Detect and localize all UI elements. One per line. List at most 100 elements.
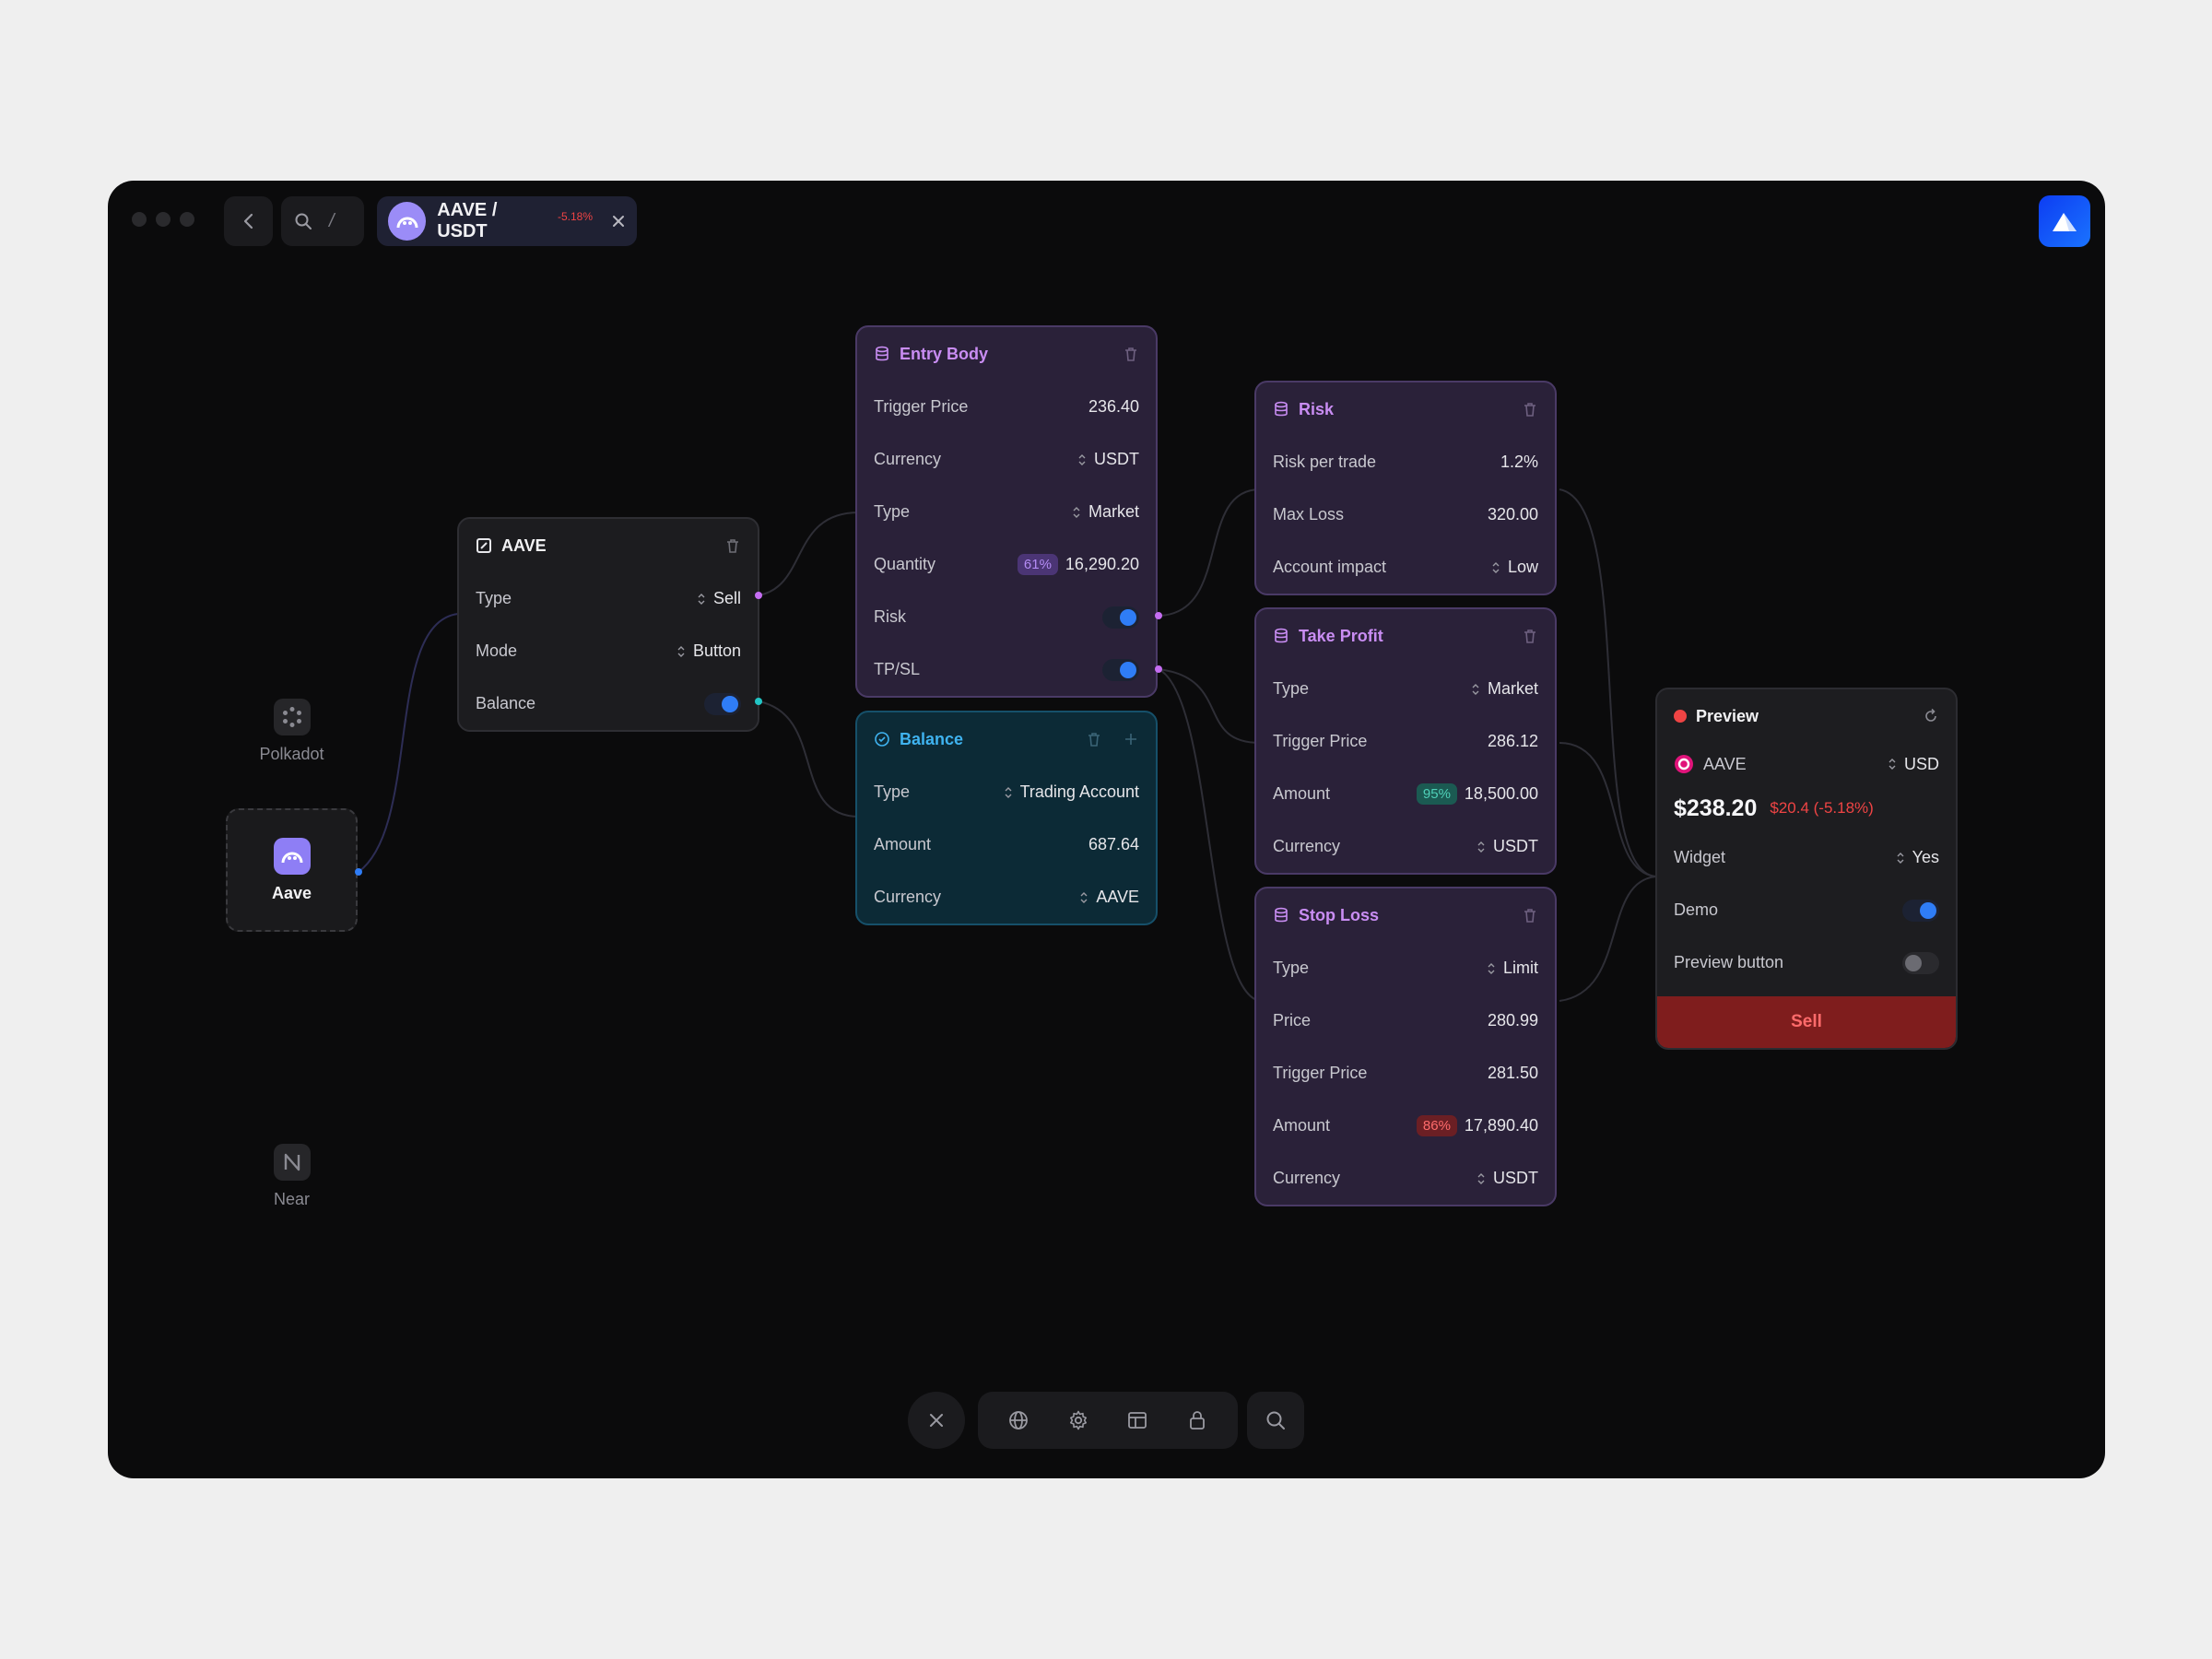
demo-toggle[interactable] — [1902, 899, 1939, 922]
field-label: Price — [1273, 1011, 1312, 1030]
output-port[interactable] — [1155, 612, 1162, 619]
node-header[interactable]: AAVE — [459, 519, 758, 572]
node-header[interactable]: Risk — [1256, 382, 1555, 436]
node-header[interactable]: Stop Loss — [1256, 888, 1555, 942]
field-value: Button — [692, 641, 741, 660]
select-arrows-icon — [1073, 506, 1080, 518]
trash-icon[interactable] — [1522, 907, 1538, 924]
trash-icon[interactable] — [1123, 346, 1139, 362]
field-widget[interactable]: Widget Yes — [1657, 831, 1956, 884]
field-quantity[interactable]: Quantity 61% 16,290.20 — [857, 538, 1156, 591]
field-price[interactable]: Price 280.99 — [1256, 994, 1555, 1047]
tpsl-toggle[interactable] — [1102, 658, 1139, 681]
field-value: AAVE — [1096, 888, 1139, 906]
node-entry-body[interactable]: Entry Body Trigger Price 236.40 Currency… — [855, 325, 1158, 698]
percent-badge: 95% — [1416, 783, 1457, 805]
field-label: Currency — [1273, 1169, 1341, 1187]
asset-select[interactable]: AAVE USD — [1657, 743, 1956, 785]
field-amount[interactable]: Amount 95% 18,500.00 — [1256, 768, 1555, 820]
field-label: Amount — [1273, 1116, 1331, 1135]
field-label: TP/SL — [874, 660, 921, 678]
node-header[interactable]: Take Profit — [1256, 609, 1555, 663]
sell-button[interactable]: Sell — [1657, 996, 1956, 1048]
trash-icon[interactable] — [1086, 731, 1102, 747]
field-max-loss[interactable]: Max Loss 320.00 — [1256, 488, 1555, 541]
field-trigger-price[interactable]: Trigger Price 286.12 — [1256, 715, 1555, 768]
trash-icon[interactable] — [1522, 628, 1538, 644]
field-type[interactable]: Type Limit — [1256, 942, 1555, 994]
field-amount[interactable]: Amount 86% 17,890.40 — [1256, 1100, 1555, 1152]
gear-icon[interactable] — [1067, 1409, 1089, 1431]
field-trigger-price[interactable]: Trigger Price 281.50 — [1256, 1047, 1555, 1100]
select-arrows-icon — [1005, 786, 1012, 798]
output-port[interactable] — [1155, 665, 1162, 673]
field-amount[interactable]: Amount 687.64 — [857, 818, 1156, 871]
field-label: Currency — [874, 450, 942, 468]
field-risk-per-trade[interactable]: Risk per trade 1.2% — [1256, 436, 1555, 488]
field-mode[interactable]: Mode Button — [459, 625, 758, 677]
plus-icon[interactable] — [1123, 731, 1139, 747]
output-port[interactable] — [755, 592, 762, 599]
field-label: Currency — [874, 888, 942, 906]
field-type[interactable]: Type Market — [1256, 663, 1555, 715]
tab-pair[interactable]: AAVE / USDT -5.18% — [377, 196, 637, 246]
search-shortcut: / — [329, 210, 335, 231]
trash-icon[interactable] — [1522, 401, 1538, 418]
field-value: Yes — [1912, 848, 1939, 866]
select-arrows-icon — [1897, 852, 1904, 864]
window-minimize-dot[interactable] — [156, 212, 171, 227]
back-button[interactable] — [224, 196, 273, 246]
node-risk[interactable]: Risk Risk per trade 1.2% Max Loss 320.00… — [1254, 381, 1557, 595]
window-close-dot[interactable] — [132, 212, 147, 227]
field-trigger-price[interactable]: Trigger Price 236.40 — [857, 381, 1156, 433]
token-near[interactable]: Near — [226, 1144, 358, 1209]
node-header[interactable]: Balance — [857, 712, 1156, 766]
token-name: Polkadot — [259, 744, 324, 763]
trash-icon[interactable] — [724, 537, 741, 554]
node-take-profit[interactable]: Take Profit Type Market Trigger Price 28… — [1254, 607, 1557, 875]
token-aave[interactable]: Aave — [226, 808, 358, 932]
close-icon — [927, 1411, 946, 1430]
select-arrows-icon — [698, 593, 705, 605]
node-aave[interactable]: AAVE Type Sell Mode Button Balance — [457, 517, 759, 732]
field-type[interactable]: Type Sell — [459, 572, 758, 625]
close-icon[interactable] — [611, 214, 626, 229]
token-polkadot[interactable]: Polkadot — [226, 669, 358, 793]
node-header[interactable]: Preview — [1657, 689, 1956, 743]
field-currency[interactable]: Currency USDT — [1256, 820, 1555, 873]
field-currency[interactable]: Currency USDT — [1256, 1152, 1555, 1205]
edit-icon — [476, 537, 492, 554]
brand-logo[interactable] — [2039, 195, 2090, 247]
refresh-icon[interactable] — [1923, 708, 1939, 724]
node-header[interactable]: Entry Body — [857, 327, 1156, 381]
select-arrows-icon — [1488, 962, 1495, 974]
field-type[interactable]: Type Trading Account — [857, 766, 1156, 818]
field-currency[interactable]: Currency AAVE — [857, 871, 1156, 924]
output-port[interactable] — [755, 698, 762, 705]
select-arrows-icon — [1472, 683, 1479, 695]
node-preview[interactable]: Preview AAVE USD $238.20 $20.4 (-5.18%) … — [1655, 688, 1958, 1050]
field-currency[interactable]: Currency USDT — [857, 433, 1156, 486]
field-value: 18,500.00 — [1464, 784, 1538, 803]
node-balance[interactable]: Balance Type Trading Account Amount 687.… — [855, 711, 1158, 925]
quote-currency: USD — [1903, 754, 1939, 773]
field-type[interactable]: Type Market — [857, 486, 1156, 538]
window-controls — [132, 212, 194, 227]
field-account-impact[interactable]: Account impact Low — [1256, 541, 1555, 594]
field-value: Limit — [1502, 959, 1538, 977]
field-value: 16,290.20 — [1065, 555, 1139, 573]
lock-icon[interactable] — [1186, 1409, 1208, 1431]
window-maximize-dot[interactable] — [180, 212, 194, 227]
node-stop-loss[interactable]: Stop Loss Type Limit Price 280.99 Trigge… — [1254, 887, 1557, 1206]
toolbar-close-button[interactable] — [908, 1392, 965, 1449]
globe-icon[interactable] — [1007, 1409, 1030, 1431]
search-button[interactable]: / — [281, 196, 364, 246]
preview-button-toggle[interactable] — [1902, 951, 1939, 974]
risk-toggle[interactable] — [1102, 606, 1139, 629]
field-value: USDT — [1493, 1169, 1538, 1187]
layout-icon[interactable] — [1126, 1409, 1148, 1431]
field-label: Amount — [1273, 784, 1331, 803]
toolbar-search-button[interactable] — [1247, 1392, 1304, 1449]
token-output-port[interactable] — [355, 868, 362, 876]
balance-toggle[interactable] — [704, 692, 741, 715]
